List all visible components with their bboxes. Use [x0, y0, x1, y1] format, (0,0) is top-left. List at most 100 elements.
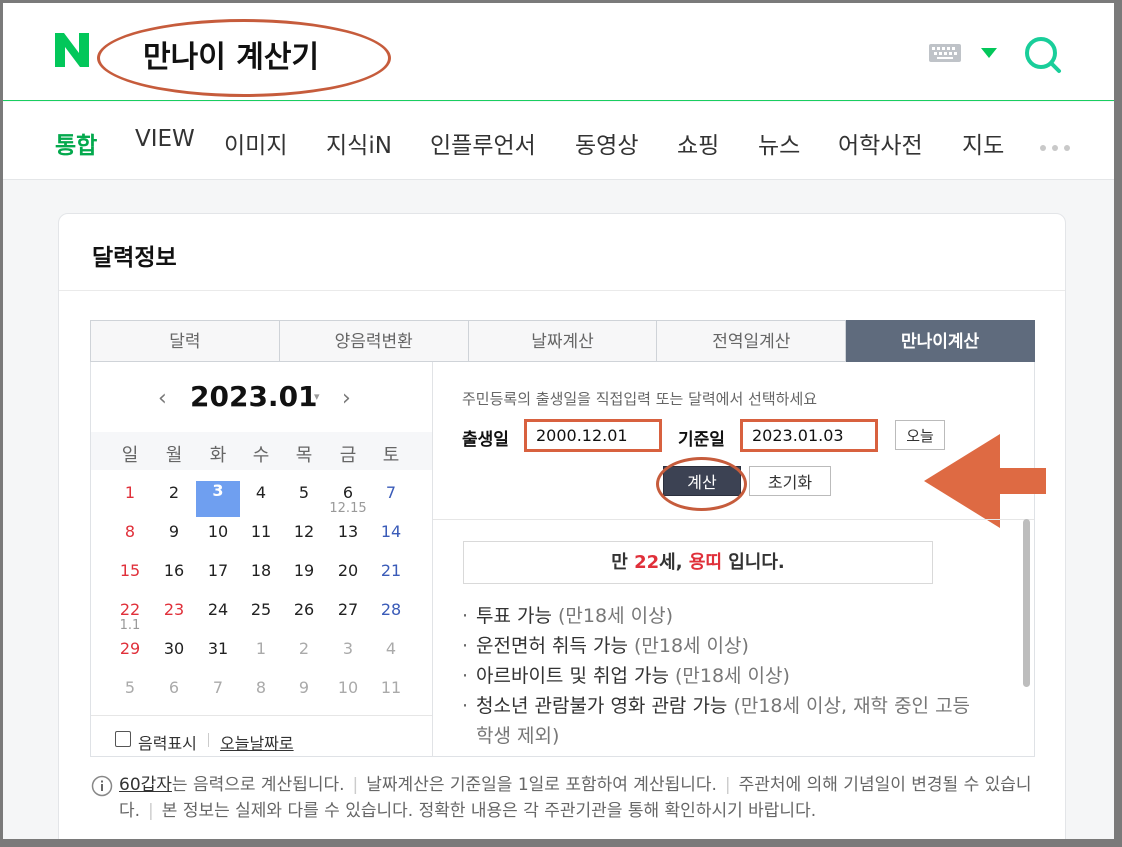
- go-today-link[interactable]: 오늘날짜로: [220, 730, 294, 754]
- bullet-note: (만18세 이상): [558, 605, 673, 627]
- calendar-day[interactable]: 4: [239, 483, 283, 502]
- bullet-text: 운전면허 취득 가능: [476, 635, 628, 657]
- calendar-day[interactable]: 9: [282, 678, 326, 697]
- nav-tab-kin[interactable]: 지식iN: [326, 126, 392, 160]
- next-month-button[interactable]: ›: [342, 386, 351, 411]
- calendar-day[interactable]: 11: [369, 678, 413, 697]
- instruction-text: 주민등록의 출생일을 직접입력 또는 달력에서 선택하세요: [462, 390, 818, 408]
- calendar-day[interactable]: 13: [326, 522, 370, 541]
- search-icon[interactable]: [1023, 35, 1063, 75]
- bullet-text: 청소년 관람불가 영화 관람 가능: [476, 695, 728, 717]
- calendar-day[interactable]: 3: [196, 481, 240, 517]
- calendar-day[interactable]: 6: [152, 678, 196, 697]
- note-part: 본 정보는 실제와 다를 수 있습니다. 정확한 내용은 각 주관기관을 통해 …: [161, 801, 817, 821]
- search-tab-nav: 통합 VIEW 이미지 지식iN 인플루언서 동영상 쇼핑 뉴스 어학사전 지도: [0, 102, 1122, 180]
- prev-month-button[interactable]: ‹: [158, 386, 167, 411]
- calendar-day[interactable]: 12: [282, 522, 326, 541]
- keyboard-dropdown-icon[interactable]: [981, 48, 997, 58]
- calendar-day[interactable]: 5: [282, 483, 326, 502]
- base-date-input[interactable]: [740, 419, 878, 452]
- tab-date-calc[interactable]: 날짜계산: [468, 320, 658, 362]
- naver-logo-icon[interactable]: [52, 30, 92, 70]
- lunar-display-label[interactable]: 음력표시: [138, 730, 197, 754]
- nav-tab-influencer[interactable]: 인플루언서: [430, 126, 536, 160]
- tab-calendar[interactable]: 달력: [90, 320, 280, 362]
- calendar-day[interactable]: 1: [108, 483, 152, 502]
- nav-tab-all[interactable]: 통합: [55, 126, 97, 160]
- calendar-day[interactable]: 27: [326, 600, 370, 619]
- calendar-day[interactable]: 28: [369, 600, 413, 619]
- calendar-day[interactable]: 7: [196, 678, 240, 697]
- calendar-day[interactable]: 8: [239, 678, 283, 697]
- calendar-day[interactable]: 7: [369, 483, 413, 502]
- keyboard-icon[interactable]: [929, 44, 961, 62]
- tab-age-calc[interactable]: 만나이계산: [846, 320, 1035, 362]
- calendar-day[interactable]: 18: [239, 561, 283, 580]
- calendar-day[interactable]: 31: [196, 639, 240, 658]
- nav-tab-shopping[interactable]: 쇼핑: [677, 126, 719, 160]
- calendar-day[interactable]: 25: [239, 600, 283, 619]
- calendar-day[interactable]: 2: [152, 483, 196, 502]
- tab-discharge-calc[interactable]: 전역일계산: [657, 320, 847, 362]
- calendar-day[interactable]: 23: [152, 600, 196, 619]
- list-item: · 투표 가능 (만18세 이상): [462, 605, 673, 627]
- result-scrollbar[interactable]: [1023, 519, 1030, 687]
- calendar-day[interactable]: 16: [152, 561, 196, 580]
- calendar-day[interactable]: 10: [326, 678, 370, 697]
- divider: [91, 715, 432, 716]
- calendar-day[interactable]: 15: [108, 561, 152, 580]
- more-icon[interactable]: [1040, 136, 1076, 155]
- calendar-day[interactable]: 2: [282, 639, 326, 658]
- calendar-day[interactable]: 29: [108, 639, 152, 658]
- info-icon: [91, 775, 113, 797]
- sexagenary-link[interactable]: 60갑자: [119, 775, 172, 795]
- note-part: 는 음력으로 계산됩니다.: [171, 775, 345, 795]
- weekday-fri: 금: [339, 445, 357, 466]
- divider: [208, 733, 209, 747]
- calendar-day[interactable]: 5: [108, 678, 152, 697]
- info-note: 60갑자는 음력으로 계산됩니다. | 날짜계산은 기준일을 1일로 포함하여 계산…: [119, 775, 1032, 821]
- bullet-text: 아르바이트 및 취업 가능: [476, 665, 669, 687]
- calendar-day[interactable]: 22: [108, 600, 152, 619]
- nav-tab-view[interactable]: VIEW: [135, 126, 195, 152]
- month-dropdown-icon[interactable]: ▾: [314, 390, 320, 403]
- calendar-day[interactable]: 4: [369, 639, 413, 658]
- lunar-date-label: 12.15: [329, 501, 367, 516]
- base-date-label: 기준일: [678, 430, 725, 450]
- nav-tab-map[interactable]: 지도: [962, 126, 1004, 160]
- calendar-day[interactable]: 26: [282, 600, 326, 619]
- calendar-day[interactable]: 8: [108, 522, 152, 541]
- calendar-day[interactable]: 17: [196, 561, 240, 580]
- calendar-day[interactable]: 6: [326, 483, 370, 502]
- reset-button[interactable]: 초기화: [749, 466, 831, 496]
- nav-tab-dictionary[interactable]: 어학사전: [838, 126, 923, 160]
- weekday-wed: 수: [252, 445, 270, 466]
- calendar-day[interactable]: 11: [239, 522, 283, 541]
- bullet-note: (만18세 이상): [674, 665, 790, 687]
- tab-lunar-convert[interactable]: 양음력변환: [279, 320, 469, 362]
- nav-tab-news[interactable]: 뉴스: [758, 126, 800, 160]
- search-query-text[interactable]: 만나이 계산기: [143, 32, 319, 76]
- annotation-circle-calculate: [656, 457, 747, 511]
- calendar-day[interactable]: 19: [282, 561, 326, 580]
- calendar-day[interactable]: 20: [326, 561, 370, 580]
- lunar-display-checkbox[interactable]: [115, 731, 131, 747]
- calendar-day[interactable]: 24: [196, 600, 240, 619]
- calendar-day[interactable]: 9: [152, 522, 196, 541]
- month-label[interactable]: 2023.01: [190, 380, 318, 413]
- note-part: 날짜계산은 기준일을 1일로 포함하여 계산됩니다.: [366, 775, 717, 795]
- list-item-continuation: 학생 제외): [476, 725, 560, 747]
- weekday-sat: 토: [382, 445, 400, 466]
- calendar-day[interactable]: 10: [196, 522, 240, 541]
- calendar-day[interactable]: 30: [152, 639, 196, 658]
- list-item: · 아르바이트 및 취업 가능 (만18세 이상): [462, 665, 790, 687]
- calendar-day[interactable]: 21: [369, 561, 413, 580]
- calendar-day[interactable]: 1: [239, 639, 283, 658]
- bullet-note: (만18세 이상): [633, 635, 749, 657]
- calendar-day[interactable]: 14: [369, 522, 413, 541]
- birth-date-input[interactable]: [524, 419, 662, 452]
- nav-tab-video[interactable]: 동영상: [575, 126, 638, 160]
- birth-date-label: 출생일: [462, 430, 509, 450]
- nav-tab-image[interactable]: 이미지: [224, 126, 287, 160]
- calendar-day[interactable]: 3: [326, 639, 370, 658]
